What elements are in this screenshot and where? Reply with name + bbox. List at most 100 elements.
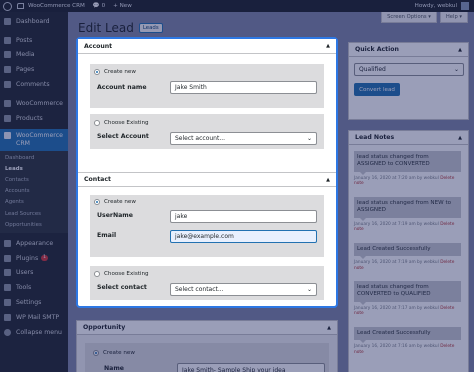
menu-pages[interactable]: Pages bbox=[0, 62, 68, 77]
account-create-new-option[interactable]: Create new bbox=[94, 69, 136, 75]
quick-action-header[interactable]: Quick Action ▲ bbox=[349, 43, 468, 57]
comment-icon bbox=[4, 81, 11, 89]
howdy-user-link[interactable]: Howdy, webkul bbox=[415, 3, 457, 9]
select-account-dropdown[interactable]: Select account... ⌄ bbox=[170, 132, 317, 145]
menu-plugins[interactable]: Plugins 1 bbox=[0, 251, 68, 266]
opportunity-create-new-option[interactable]: Create new bbox=[93, 350, 135, 356]
select-contact-dropdown[interactable]: Select contact... ⌄ bbox=[170, 283, 317, 296]
create-new-radio[interactable] bbox=[94, 69, 100, 75]
mail-icon bbox=[4, 313, 11, 321]
note-item: lead status changed from ASSIGNED to CON… bbox=[354, 151, 461, 186]
menu-woocommerce-crm[interactable]: WooCommerce CRM bbox=[0, 128, 68, 151]
caret-up-icon[interactable]: ▲ bbox=[326, 43, 330, 49]
submenu-dashboard[interactable]: Dashboard bbox=[0, 153, 68, 164]
menu-media[interactable]: Media bbox=[0, 48, 68, 63]
leads-list-button[interactable]: Leads bbox=[138, 23, 163, 33]
pin-icon bbox=[4, 36, 11, 44]
contact-box: Contact ▲ Create new UserName jake Email … bbox=[78, 172, 336, 306]
select-account-label: Select Account bbox=[97, 133, 149, 140]
account-title: Account bbox=[84, 42, 113, 50]
note-item: lead status changed from CONVERTED to QU… bbox=[354, 281, 461, 316]
contact-box-header[interactable]: Contact ▲ bbox=[78, 173, 336, 187]
lead-notes-box: Lead Notes ▲ lead status changed from ASS… bbox=[348, 130, 469, 372]
note-text: lead status changed from CONVERTED to QU… bbox=[354, 281, 461, 305]
submenu-leads[interactable]: Leads bbox=[0, 164, 68, 175]
account-create-new-panel: Create new Account name Jake Smith bbox=[90, 64, 324, 108]
menu-settings[interactable]: Settings bbox=[0, 295, 68, 310]
account-box-header[interactable]: Account ▲ bbox=[78, 39, 336, 54]
caret-up-icon[interactable]: ▲ bbox=[458, 135, 462, 141]
note-meta: January 16, 2020 at 7:17 am by webkul De… bbox=[354, 305, 455, 317]
media-icon bbox=[4, 51, 11, 59]
menu-users[interactable]: Users bbox=[0, 265, 68, 280]
brush-icon bbox=[4, 239, 11, 247]
screen-options-button[interactable]: Screen Options ▾ bbox=[381, 12, 437, 23]
admin-sidebar: Dashboard Posts Media Pages Comments Woo… bbox=[0, 12, 68, 372]
email-label: Email bbox=[97, 232, 117, 239]
menu-woocommerce[interactable]: WooCommerce bbox=[0, 96, 68, 111]
contact-choose-existing-panel: Choose Existing Select contact Select co… bbox=[90, 266, 324, 300]
comments-link[interactable]: 💬 0 bbox=[93, 3, 105, 9]
account-choose-existing-option[interactable]: Choose Existing bbox=[94, 120, 149, 126]
contact-title: Contact bbox=[84, 176, 111, 183]
submenu-accounts[interactable]: Accounts bbox=[0, 186, 68, 197]
woocommerce-icon bbox=[4, 99, 11, 107]
note-item: Lead Created Successfully January 16, 20… bbox=[354, 243, 461, 271]
collapse-menu-button[interactable]: Collapse menu bbox=[0, 325, 68, 340]
menu-appearance[interactable]: Appearance bbox=[0, 236, 68, 251]
submenu-contacts[interactable]: Contacts bbox=[0, 175, 68, 186]
note-text: Lead Created Successfully bbox=[354, 327, 461, 344]
caret-up-icon[interactable]: ▲ bbox=[327, 325, 331, 331]
create-new-radio[interactable] bbox=[93, 350, 99, 356]
username-input[interactable]: jake bbox=[170, 210, 317, 223]
note-item: lead status changed from NEW to ASSIGNED… bbox=[354, 197, 461, 232]
choose-existing-radio[interactable] bbox=[94, 120, 100, 126]
caret-up-icon[interactable]: ▲ bbox=[326, 177, 330, 183]
note-meta: January 16, 2020 at 7:19 am by webkul De… bbox=[354, 221, 455, 233]
caret-up-icon[interactable]: ▲ bbox=[458, 47, 462, 53]
lead-status-select[interactable]: Qualified ⌄ bbox=[354, 63, 464, 76]
lead-notes-header[interactable]: Lead Notes ▲ bbox=[349, 131, 468, 145]
account-name-input[interactable]: Jake Smith bbox=[170, 81, 317, 94]
submenu-lead-sources[interactable]: Lead Sources bbox=[0, 209, 68, 220]
avatar[interactable] bbox=[461, 2, 469, 10]
choose-existing-radio[interactable] bbox=[94, 271, 100, 277]
opportunity-new-panel: Create new Name Jake Smith- Sample Ship … bbox=[85, 343, 329, 372]
contact-choose-existing-option[interactable]: Choose Existing bbox=[94, 271, 149, 277]
crm-submenu: Dashboard Leads Contacts Accounts Agents… bbox=[0, 150, 68, 233]
menu-dashboard[interactable]: Dashboard bbox=[0, 14, 68, 29]
settings-icon bbox=[4, 298, 11, 306]
chevron-down-icon: ⌄ bbox=[306, 135, 312, 142]
lead-notes-title: Lead Notes bbox=[355, 134, 395, 141]
opportunity-name-input[interactable]: Jake Smith- Sample Ship your idea bbox=[177, 363, 325, 372]
menu-tools[interactable]: Tools bbox=[0, 280, 68, 295]
quick-action-title: Quick Action bbox=[355, 46, 399, 53]
submenu-agents[interactable]: Agents bbox=[0, 197, 68, 208]
menu-comments[interactable]: Comments bbox=[0, 77, 68, 92]
plugin-icon bbox=[4, 254, 11, 262]
new-content-link[interactable]: + New bbox=[113, 3, 132, 9]
tools-icon bbox=[4, 284, 11, 292]
email-input[interactable]: jake@example.com bbox=[170, 230, 317, 243]
collapse-icon bbox=[4, 328, 11, 336]
menu-wp-mail-smtp[interactable]: WP Mail SMTP bbox=[0, 310, 68, 325]
menu-products[interactable]: Products bbox=[0, 111, 68, 126]
note-text: lead status changed from NEW to ASSIGNED bbox=[354, 197, 461, 221]
chevron-down-icon: ⌄ bbox=[306, 286, 312, 293]
contact-create-new-option[interactable]: Create new bbox=[94, 199, 136, 205]
admin-bar: WooCommerce CRM 💬 0 + New Howdy, webkul bbox=[0, 0, 474, 12]
screen-meta-links: Screen Options ▾ Help ▾ bbox=[378, 12, 468, 23]
page-icon bbox=[4, 66, 11, 74]
opportunity-box-header[interactable]: Opportunity ▲ bbox=[77, 321, 337, 335]
page-header: Edit Lead Leads bbox=[78, 21, 163, 35]
help-button[interactable]: Help ▾ bbox=[439, 12, 468, 23]
site-name-link[interactable]: WooCommerce CRM bbox=[17, 3, 85, 9]
menu-posts[interactable]: Posts bbox=[0, 33, 68, 48]
submenu-opportunities[interactable]: Opportunities bbox=[0, 220, 68, 231]
wordpress-logo-icon[interactable] bbox=[3, 1, 12, 11]
highlighted-section: Account ▲ Create new Account name Jake Sm… bbox=[76, 37, 338, 308]
chevron-down-icon: ⌄ bbox=[453, 66, 459, 73]
convert-lead-button[interactable]: Convert lead bbox=[354, 83, 400, 96]
create-new-radio[interactable] bbox=[94, 199, 100, 205]
contact-create-new-panel: Create new UserName jake Email jake@exam… bbox=[90, 195, 324, 257]
